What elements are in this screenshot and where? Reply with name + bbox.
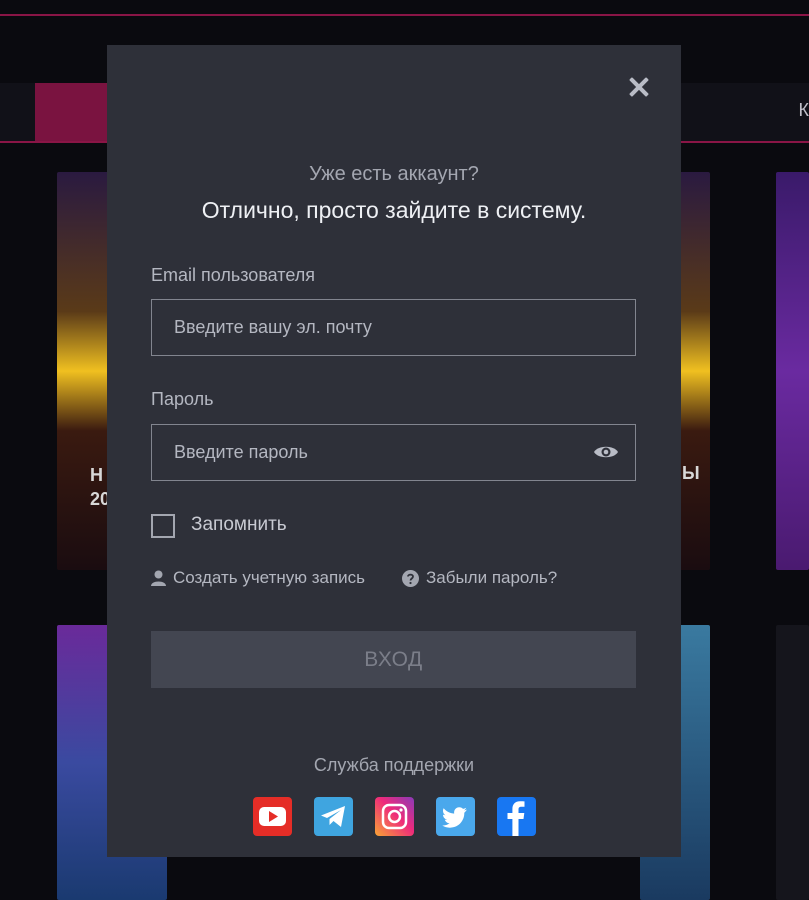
- modal-title: Отлично, просто зайдите в систему.: [201, 197, 587, 223]
- password-input[interactable]: [151, 424, 636, 481]
- password-label: Пароль: [151, 389, 214, 409]
- create-account-link[interactable]: Создать учетную запись: [151, 568, 365, 588]
- nav-item-active[interactable]: [35, 83, 115, 141]
- login-button[interactable]: ВХОД: [151, 631, 636, 688]
- email-label: Email пользователя: [151, 265, 315, 285]
- remember-checkbox[interactable]: [151, 514, 175, 538]
- modal-subtitle: Уже есть аккаунт?: [309, 163, 479, 185]
- facebook-icon[interactable]: [497, 797, 536, 836]
- youtube-icon[interactable]: [253, 797, 292, 836]
- login-modal: Уже есть аккаунт? Отлично, просто зайдит…: [107, 45, 681, 857]
- eye-icon[interactable]: [592, 440, 620, 464]
- create-account-label: Создать учетную запись: [173, 568, 366, 587]
- game-card-caption: Ы: [682, 463, 700, 483]
- close-icon[interactable]: [627, 75, 651, 99]
- nav-item-partial[interactable]: К: [799, 100, 809, 121]
- game-card[interactable]: [776, 625, 809, 900]
- twitter-icon[interactable]: [436, 797, 475, 836]
- email-input[interactable]: [151, 299, 636, 356]
- header-accent-line: [0, 14, 809, 16]
- game-card[interactable]: [776, 172, 809, 570]
- user-icon: [151, 570, 166, 586]
- forgot-password-label: Забыли пароль?: [426, 568, 558, 587]
- social-links: [253, 797, 536, 836]
- support-label: Служба поддержки: [313, 755, 475, 775]
- question-icon: [402, 569, 419, 587]
- telegram-icon[interactable]: [314, 797, 353, 836]
- instagram-icon[interactable]: [375, 797, 414, 836]
- remember-label[interactable]: Запомнить: [191, 514, 287, 536]
- forgot-password-link[interactable]: Забыли пароль?: [402, 568, 557, 588]
